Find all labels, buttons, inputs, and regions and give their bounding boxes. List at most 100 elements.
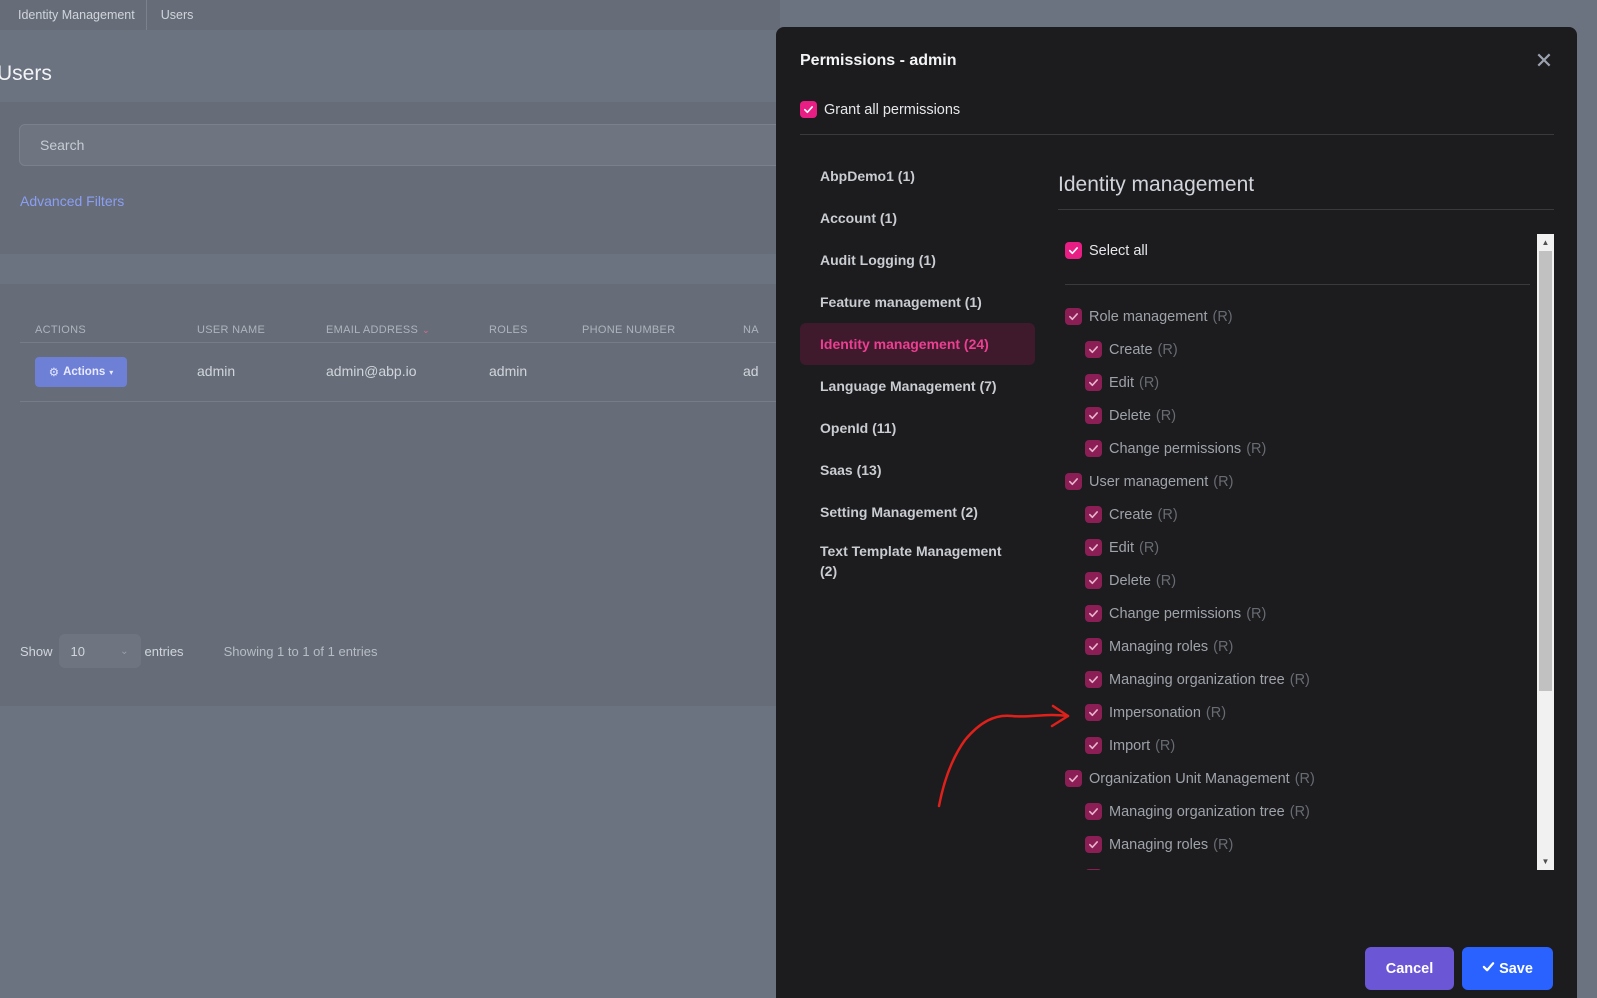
cell-user-name: admin: [197, 363, 236, 379]
permission-checkbox-item[interactable]: Create (R): [1058, 333, 1528, 366]
checkbox-checked-icon: [1085, 407, 1102, 424]
close-icon[interactable]: ✕: [1533, 50, 1555, 73]
permission-group-item[interactable]: Identity management (24): [800, 323, 1035, 365]
checkbox-checked-icon: [1085, 605, 1102, 622]
permission-checkbox-item[interactable]: Organization Unit Management (R): [1058, 762, 1528, 795]
actions-button-label: Actions: [63, 366, 106, 378]
permission-scroll-area[interactable]: Select all Role management (R) Create (R) Ed…: [1058, 234, 1554, 870]
permission-checkbox-item[interactable]: Managing roles (R): [1058, 630, 1528, 663]
permission-label: Edit: [1109, 374, 1134, 391]
column-user-name[interactable]: USER NAME: [197, 324, 265, 336]
cell-email: admin@abp.io: [326, 363, 417, 379]
checkbox-checked-icon: [1065, 308, 1082, 325]
permission-label: Managing organization tree: [1109, 803, 1285, 820]
permission-group-item[interactable]: Saas (13): [800, 449, 1035, 491]
users-table: ACTIONS USER NAME EMAIL ADDRESS ⌄ ROLES P…: [0, 284, 780, 706]
permission-checkbox-item[interactable]: Import (R): [1058, 729, 1528, 762]
breadcrumb-item-identity-management[interactable]: Identity Management: [0, 0, 146, 30]
permission-group-item[interactable]: Text Template Management (2): [800, 533, 1035, 589]
permission-provider-suffix: (R): [1139, 374, 1160, 391]
permission-provider-suffix: (R): [1213, 836, 1234, 853]
scroll-down-arrow-icon[interactable]: ▼: [1537, 853, 1554, 870]
caret-down-icon: ▾: [109, 367, 114, 377]
checkbox-checked-icon: [1085, 506, 1102, 523]
permission-label: Change permissions: [1109, 605, 1242, 622]
permission-provider-suffix: (R): [1289, 803, 1310, 820]
permission-label: Managing roles: [1109, 836, 1209, 853]
table-row: ⚙ Actions ▾ admin admin@abp.io admin ad: [20, 342, 780, 402]
permission-provider-suffix: (R): [1294, 770, 1315, 787]
permission-group-item[interactable]: Audit Logging (1): [800, 239, 1035, 281]
permission-checkbox-item[interactable]: Delete (R): [1058, 399, 1528, 432]
page-size-select[interactable]: 10 ⌄: [58, 634, 141, 668]
permission-group-item[interactable]: Language Management (7): [800, 365, 1035, 407]
permission-label: Create: [1109, 341, 1153, 358]
permission-checkbox-item[interactable]: User management (R): [1058, 465, 1528, 498]
column-roles[interactable]: ROLES: [489, 324, 528, 336]
save-button[interactable]: Save: [1462, 947, 1553, 990]
scroll-thumb[interactable]: [1539, 251, 1552, 691]
permission-checkbox-item[interactable]: Role management (R): [1058, 300, 1528, 333]
permission-list: Role management (R) Create (R) Edit (R) Delete…: [1058, 300, 1528, 870]
permission-checkbox-item[interactable]: Edit (R): [1058, 366, 1528, 399]
column-actions: ACTIONS: [35, 324, 86, 336]
chevron-down-icon: ⌄: [120, 645, 129, 657]
permission-checkbox-item[interactable]: Managing organization tree (R): [1058, 663, 1528, 696]
checkbox-checked-icon: [1085, 869, 1102, 870]
permission-checkbox-item[interactable]: Create (R): [1058, 498, 1528, 531]
breadcrumb: Identity Management Users: [0, 0, 780, 30]
select-all-checkbox[interactable]: Select all: [1065, 242, 1148, 259]
actions-button[interactable]: ⚙ Actions ▾: [35, 357, 127, 387]
permission-provider-suffix: (R): [1155, 407, 1177, 424]
checkbox-checked-icon: [1085, 341, 1102, 358]
permission-provider-suffix: (R): [1155, 572, 1177, 589]
grant-all-label: Grant all permissions: [824, 101, 961, 118]
permission-provider-suffix: (R): [1139, 539, 1160, 556]
section-title: Identity management: [1058, 173, 1255, 196]
permission-label: Managing users: [1109, 870, 1212, 871]
search-input[interactable]: Search: [19, 124, 789, 166]
page-size-value: 10: [70, 643, 85, 659]
scrollbar[interactable]: ▲ ▼: [1537, 234, 1554, 870]
checkbox-checked-icon: [1085, 539, 1102, 556]
checkbox-checked-icon: [1065, 473, 1082, 490]
checkbox-checked-icon: [1085, 737, 1102, 754]
checkbox-checked-icon: [1085, 836, 1102, 853]
column-email-address[interactable]: EMAIL ADDRESS ⌄: [326, 324, 430, 336]
sort-desc-icon: ⌄: [422, 325, 430, 335]
advanced-filters-link[interactable]: Advanced Filters: [20, 193, 124, 209]
column-name[interactable]: NA: [743, 324, 759, 336]
permission-checkbox-item[interactable]: Managing organization tree (R): [1058, 795, 1528, 828]
permission-checkbox-item[interactable]: Change permissions (R): [1058, 597, 1528, 630]
permission-checkbox-item[interactable]: Impersonation (R): [1058, 696, 1528, 729]
column-phone-number[interactable]: PHONE NUMBER: [582, 324, 675, 336]
permission-group-item[interactable]: Feature management (1): [800, 281, 1035, 323]
divider: [1058, 209, 1554, 210]
grant-all-checkbox[interactable]: Grant all permissions: [800, 101, 960, 118]
permission-checkbox-item[interactable]: Edit (R): [1058, 531, 1528, 564]
cancel-button[interactable]: Cancel: [1365, 947, 1454, 990]
checkbox-checked-icon: [1085, 704, 1102, 721]
permission-checkbox-item[interactable]: Managing users (R): [1058, 861, 1528, 870]
permission-group-item[interactable]: Setting Management (2): [800, 491, 1035, 533]
permission-checkbox-item[interactable]: Delete (R): [1058, 564, 1528, 597]
permission-label: Change permissions: [1109, 440, 1242, 457]
save-button-label: Save: [1499, 960, 1533, 977]
permission-group-item[interactable]: OpenId (11): [800, 407, 1035, 449]
cell-roles: admin: [489, 363, 528, 379]
column-email-label: EMAIL ADDRESS: [326, 324, 419, 336]
permission-label: Role management: [1089, 308, 1208, 325]
permissions-modal: Permissions - admin ✕ Grant all permissi…: [776, 27, 1577, 998]
permission-group-item[interactable]: Account (1): [800, 197, 1035, 239]
permission-checkbox-item[interactable]: Change permissions (R): [1058, 432, 1528, 465]
checkbox-checked-icon: [1085, 572, 1102, 589]
permission-label: Delete: [1109, 572, 1151, 589]
permission-group-item[interactable]: AbpDemo1 (1): [800, 155, 1035, 197]
permission-provider-suffix: (R): [1155, 737, 1176, 754]
scroll-up-arrow-icon[interactable]: ▲: [1537, 234, 1554, 251]
permission-checkbox-item[interactable]: Managing roles (R): [1058, 828, 1528, 861]
permission-provider-suffix: (R): [1217, 870, 1237, 871]
breadcrumb-item-users[interactable]: Users: [145, 0, 205, 30]
checkbox-checked-icon: [1085, 671, 1102, 688]
permission-provider-suffix: (R): [1213, 473, 1234, 490]
